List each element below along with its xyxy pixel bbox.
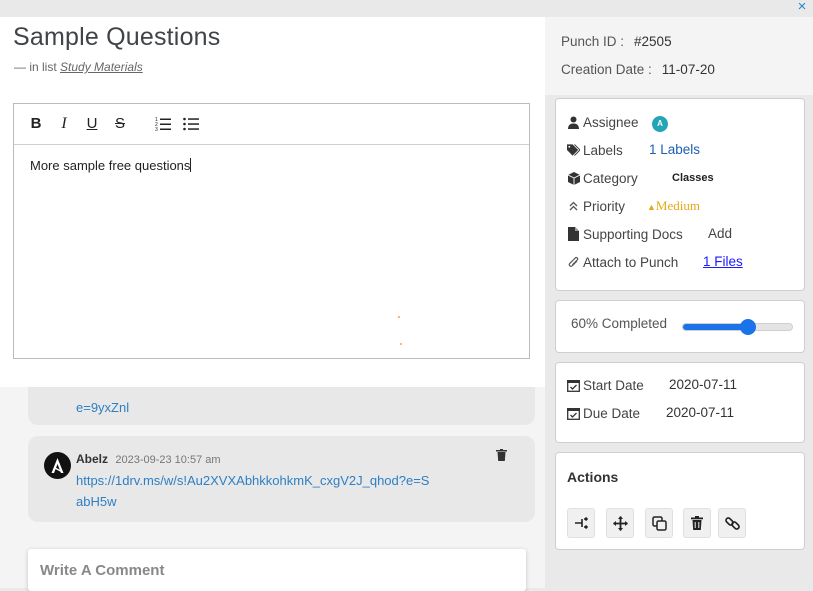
progress-label: 60% Completed (571, 316, 668, 331)
list-link[interactable]: Study Materials (60, 60, 143, 74)
comment-input[interactable] (28, 549, 526, 591)
svg-text:3: 3 (155, 127, 158, 132)
category-label: Category (583, 170, 638, 186)
delete-button[interactable] (683, 508, 711, 538)
decorative-dot (400, 343, 402, 345)
dates-card: Start Date 2020-07-11 Due Date 2020-07-1… (555, 362, 805, 443)
assignee-initial: A (652, 116, 668, 132)
page-title: Sample Questions (13, 23, 221, 51)
description-editor: B I U S 1 2 3 More sample free questions (13, 103, 530, 359)
properties-card: Assignee A Labels 1 Labels Category Clas… (555, 98, 805, 291)
creation-date: Creation Date : 11-07-20 (561, 62, 715, 77)
list-breadcrumb: — in list Study Materials (14, 60, 143, 74)
punch-meta: Punch ID : #2505 Creation Date : 11-07-20 (545, 17, 813, 95)
file-icon (567, 227, 580, 241)
double-chevron-up-icon (567, 199, 580, 213)
convert-icon (575, 516, 588, 530)
actions-card: Actions (555, 452, 805, 550)
labels-row: Labels 1 Labels (567, 141, 700, 159)
assignee-row: Assignee A (567, 113, 668, 132)
cube-icon (567, 171, 580, 185)
link-icon (724, 516, 740, 530)
creation-date-value: 11-07-20 (661, 62, 715, 77)
avatar (44, 452, 71, 479)
move-button[interactable] (606, 508, 634, 538)
list-prefix: — in list (14, 60, 57, 74)
due-date-label: Due Date (583, 405, 641, 421)
comment-author: Abelz 2023-09-23 10:57 am (76, 452, 221, 466)
link-button[interactable] (718, 508, 746, 538)
assignee-label: Assignee (583, 114, 639, 130)
bold-button[interactable]: B (28, 116, 44, 132)
category-value[interactable]: Classes (672, 169, 714, 187)
progress-fill (683, 324, 749, 330)
punch-id-label: Punch ID : (561, 34, 625, 49)
progress-slider[interactable] (682, 319, 793, 335)
user-icon (567, 115, 580, 129)
ordered-list-icon[interactable]: 1 2 3 (155, 116, 171, 133)
category-row: Category Classes (567, 169, 714, 187)
text-caret (190, 158, 192, 172)
bullet-list-icon[interactable] (183, 116, 199, 132)
calendar-check-icon (567, 406, 580, 420)
comment-item: Abelz 2023-09-23 10:57 am https://1drv.m… (28, 436, 535, 522)
supporting-docs-row: Supporting Docs Add (567, 225, 732, 243)
priority-row: Priority ▲Medium (567, 197, 700, 215)
comment-timestamp: 2023-09-23 10:57 am (115, 454, 221, 466)
progress-handle[interactable] (740, 319, 757, 335)
punch-id: Punch ID : #2505 (561, 34, 672, 49)
editor-content[interactable]: More sample free questions (14, 145, 529, 186)
actions-title: Actions (567, 469, 619, 485)
paperclip-icon (567, 255, 580, 269)
strikethrough-button[interactable]: S (112, 116, 128, 132)
comment-input-wrapper (28, 549, 526, 591)
tags-icon (567, 143, 580, 157)
comment-item: e=9yxZnl (28, 387, 535, 425)
copy-icon (651, 515, 667, 531)
comment-link[interactable]: e=9yxZnl (76, 397, 129, 418)
close-icon[interactable]: × (795, 0, 809, 14)
supporting-docs-label: Supporting Docs (583, 226, 683, 242)
attach-row: Attach to Punch 1 Files (567, 253, 743, 271)
author-name: Abelz (76, 452, 109, 466)
card-main-panel: Sample Questions — in list Study Materia… (0, 17, 545, 591)
due-date-row: Due Date 2020-07-11 (567, 404, 734, 422)
decorative-dot (398, 316, 400, 318)
priority-label: Priority (583, 198, 626, 214)
assignee-avatar[interactable]: A (652, 113, 668, 132)
progress-card: 60% Completed (555, 300, 805, 353)
underline-button[interactable]: U (84, 116, 100, 132)
start-date-row: Start Date 2020-07-11 (567, 376, 737, 394)
caret-up-icon: ▲ (647, 202, 656, 212)
start-date-label: Start Date (583, 377, 644, 393)
add-docs-button[interactable]: Add (708, 225, 732, 243)
creation-date-label: Creation Date : (561, 62, 652, 77)
start-date-value[interactable]: 2020-07-11 (669, 376, 737, 394)
labels-label: Labels (583, 142, 623, 158)
punch-id-value: #2505 (634, 34, 672, 49)
calendar-check-icon (567, 378, 580, 392)
move-icon (612, 515, 628, 531)
labels-value[interactable]: 1 Labels (649, 141, 700, 159)
copy-button[interactable] (645, 508, 673, 538)
priority-text: Medium (655, 198, 700, 213)
comment-link[interactable]: https://1drv.ms/w/s!Au2XVXAbhkkohkmK_cxg… (76, 470, 436, 512)
comments-section: e=9yxZnl Abelz 2023-09-23 10:57 am https… (0, 387, 545, 591)
convert-button[interactable] (567, 508, 595, 538)
ansible-logo-icon (51, 458, 64, 473)
delete-comment-icon[interactable] (496, 448, 507, 461)
delete-icon (691, 516, 703, 530)
italic-button[interactable]: I (56, 116, 72, 132)
editor-toolbar: B I U S 1 2 3 (14, 104, 529, 145)
due-date-value[interactable]: 2020-07-11 (666, 404, 734, 422)
editor-text: More sample free questions (30, 158, 191, 173)
priority-value[interactable]: ▲Medium (647, 197, 700, 216)
attach-files-link[interactable]: 1 Files (703, 253, 743, 271)
attach-label: Attach to Punch (583, 254, 679, 270)
